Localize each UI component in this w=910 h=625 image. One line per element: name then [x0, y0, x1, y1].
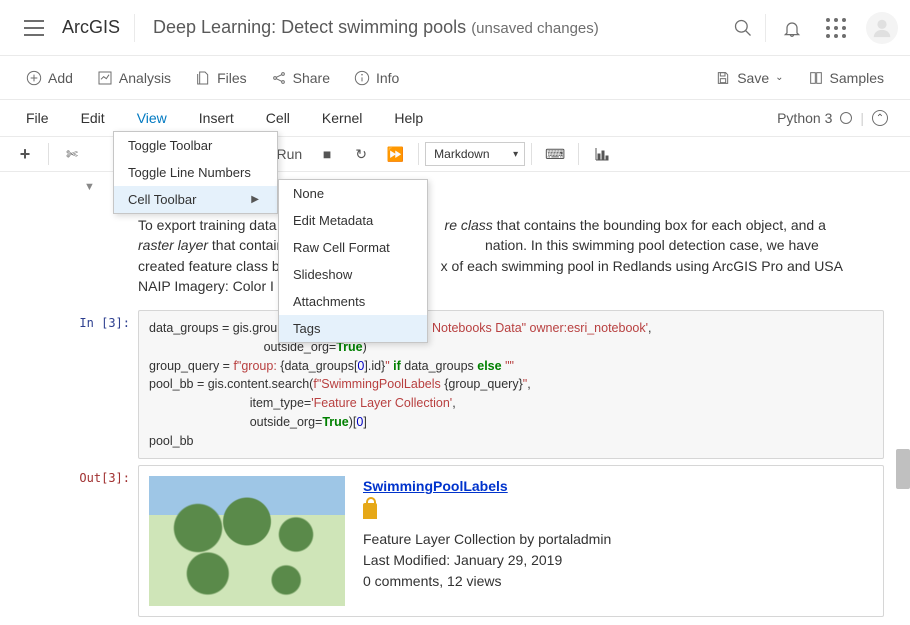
brand-label: ArcGIS — [56, 17, 134, 38]
expand-header-icon[interactable]: ⌃ — [872, 110, 888, 126]
command-palette-button[interactable]: ⌨ — [538, 139, 572, 169]
hamburger-menu-icon[interactable] — [24, 20, 44, 36]
cell-toolbar-submenu: None Edit Metadata Raw Cell Format Slide… — [278, 179, 428, 343]
lock-icon — [363, 503, 377, 519]
menu-file[interactable]: File — [10, 100, 65, 136]
divider — [765, 14, 766, 42]
share-button[interactable]: Share — [259, 70, 342, 86]
menu-item-none[interactable]: None — [279, 180, 427, 207]
menu-item-cell-toolbar[interactable]: Cell Toolbar▶ — [114, 186, 277, 213]
add-button[interactable]: Add — [14, 70, 85, 86]
view-menu-dropdown: Toggle Toolbar Toggle Line Numbers Cell … — [113, 131, 278, 214]
unsaved-indicator: (unsaved changes) — [471, 20, 599, 37]
section-paragraph: To export training dataxxxxxxxxxxxxxxxxx… — [138, 215, 858, 296]
menu-item-toggle-line-numbers[interactable]: Toggle Line Numbers — [114, 159, 277, 186]
item-stats: 0 comments, 12 views — [363, 573, 502, 589]
divider — [134, 14, 135, 42]
code-cell[interactable]: In [3]: data_groups = gis.groups.search(… — [78, 310, 890, 459]
cut-button[interactable]: ✄ — [55, 139, 89, 169]
chevron-down-icon: ⌄ — [775, 72, 783, 83]
item-thumbnail[interactable] — [149, 476, 345, 606]
save-button[interactable]: Save⌄ — [703, 70, 795, 86]
info-button[interactable]: Info — [342, 70, 411, 86]
kernel-indicator: Python 3 | ⌃ — [777, 110, 900, 126]
menu-item-slideshow[interactable]: Slideshow — [279, 261, 427, 288]
avatar[interactable] — [866, 12, 898, 44]
menu-item-edit-metadata[interactable]: Edit Metadata — [279, 207, 427, 234]
output-cell: Out[3]: SwimmingPoolLabels Feature Layer… — [78, 465, 890, 617]
menu-item-raw-cell-format[interactable]: Raw Cell Format — [279, 234, 427, 261]
input-prompt: In [3]: — [78, 310, 138, 459]
submenu-caret-icon: ▶ — [251, 194, 259, 205]
item-modified: Last Modified: January 29, 2019 — [363, 552, 562, 568]
analysis-button[interactable]: Analysis — [85, 70, 183, 86]
output-area: SwimmingPoolLabels Feature Layer Collect… — [138, 465, 884, 617]
code-input[interactable]: data_groups = gis.groups.search('"ArcGIS… — [138, 310, 884, 459]
kernel-status-icon — [840, 112, 852, 124]
menu-kernel[interactable]: Kernel — [306, 100, 378, 136]
restart-button[interactable]: ↻ — [344, 139, 378, 169]
samples-button[interactable]: Samples — [796, 70, 896, 86]
menu-item-attachments[interactable]: Attachments — [279, 288, 427, 315]
insert-cell-button[interactable]: + — [8, 139, 42, 169]
item-title-link[interactable]: SwimmingPoolLabels — [363, 478, 508, 494]
menu-item-toggle-toolbar[interactable]: Toggle Toolbar — [114, 132, 277, 159]
menu-help[interactable]: Help — [378, 100, 439, 136]
files-button[interactable]: Files — [183, 70, 259, 86]
chart-icon[interactable] — [585, 139, 619, 169]
collapse-heading-icon[interactable]: ▼ — [84, 181, 95, 193]
output-prompt: Out[3]: — [78, 465, 138, 617]
scrollbar-thumb[interactable] — [896, 449, 910, 489]
menu-item-tags[interactable]: Tags — [279, 315, 427, 342]
item-type-owner: Feature Layer Collection by portaladmin — [363, 531, 611, 547]
page-title: Deep Learning: Detect swimming pools (un… — [139, 17, 599, 38]
notifications-icon[interactable] — [770, 0, 814, 56]
interrupt-button[interactable]: ■ — [310, 139, 344, 169]
cell-type-select[interactable]: Markdown — [425, 142, 525, 166]
search-icon[interactable] — [721, 0, 765, 56]
apps-grid-icon[interactable] — [814, 0, 858, 56]
restart-run-all-button[interactable]: ⏩ — [378, 139, 412, 169]
